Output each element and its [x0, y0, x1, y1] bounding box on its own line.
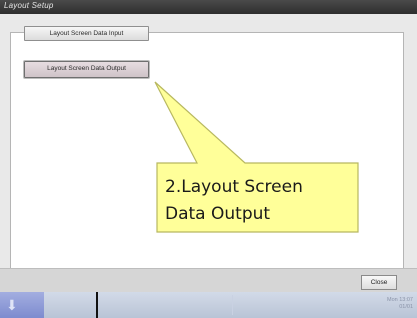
start-button[interactable]: ⬇: [0, 292, 44, 318]
title-bar: Layout Setup: [0, 0, 417, 14]
bottom-button-bar: Close: [0, 268, 417, 293]
layout-screen-data-input-button[interactable]: Layout Screen Data Input: [24, 26, 149, 41]
callout-line-2: Data Output: [165, 204, 271, 224]
window-title: Layout Setup: [4, 1, 54, 10]
start-arrow-icon: ⬇: [6, 297, 18, 313]
callout-line-1: 2.Layout Screen: [165, 177, 303, 197]
clock-date: 01/01: [399, 304, 413, 310]
taskbar-divider: [96, 292, 98, 318]
taskbar-clock: Mon 13:07 01/01: [353, 297, 413, 311]
callout-text: 2.Layout Screen Data Output: [165, 174, 355, 228]
clock-time: Mon 13:07: [387, 297, 413, 303]
taskbar-separator: [232, 295, 233, 315]
layout-setup-window: Layout Setup Layout Screen Data Input La…: [0, 0, 417, 293]
taskbar: ⬇ Mon 13:07 01/01: [0, 292, 417, 318]
dialog-area: [0, 14, 417, 278]
layout-screen-data-output-button[interactable]: Layout Screen Data Output: [24, 61, 149, 78]
close-button[interactable]: Close: [361, 275, 397, 290]
